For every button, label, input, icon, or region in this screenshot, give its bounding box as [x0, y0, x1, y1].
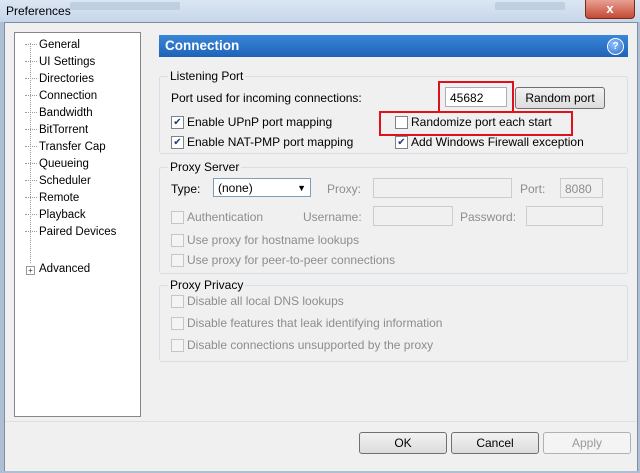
sidebar-item-directories[interactable]: Directories — [25, 71, 94, 87]
help-icon[interactable]: ? — [607, 38, 624, 55]
firewall-checkbox[interactable]: ✔ — [395, 136, 408, 149]
expand-icon[interactable]: + — [26, 266, 35, 275]
sidebar-item-playback[interactable]: Playback — [25, 207, 86, 223]
username-label: Username: — [303, 210, 362, 224]
listening-port-title: Listening Port — [168, 69, 246, 83]
dns-lookups-label: Disable all local DNS lookups — [187, 294, 344, 308]
window-title: Preferences — [6, 4, 71, 18]
randomize-port-label: Randomize port each start — [411, 115, 552, 129]
password-label: Password: — [460, 210, 517, 224]
natpmp-label: Enable NAT-PMP port mapping — [187, 135, 354, 149]
category-tree[interactable]: General UI Settings Directories Connecti… — [14, 32, 141, 417]
sidebar-item-queueing[interactable]: Queueing — [25, 156, 89, 172]
chevron-down-icon: ▼ — [297, 183, 306, 193]
randomize-port-checkbox[interactable] — [395, 116, 408, 129]
p2p-proxy-checkbox — [171, 254, 184, 267]
close-icon: x — [606, 1, 614, 16]
leak-features-label: Disable features that leak identifying i… — [187, 316, 443, 330]
title-bar: Preferences x — [0, 0, 640, 22]
preferences-dialog: General UI Settings Directories Connecti… — [4, 22, 638, 471]
page-title: Connection — [165, 38, 240, 53]
section-header: Connection ? — [159, 35, 628, 57]
p2p-proxy-label: Use proxy for peer-to-peer connections — [187, 253, 396, 267]
sidebar-item-advanced[interactable]: Advanced — [39, 261, 90, 277]
firewall-label: Add Windows Firewall exception — [411, 135, 584, 149]
sidebar-item-bandwidth[interactable]: Bandwidth — [25, 105, 93, 121]
proxy-type-select[interactable]: (none) ▼ — [213, 178, 311, 197]
dialog-footer: OK Cancel Apply — [5, 421, 637, 471]
ok-button[interactable]: OK — [359, 432, 447, 454]
background-window-strip — [70, 2, 180, 10]
proxy-port-input: 8080 — [560, 178, 603, 198]
unsupported-connections-checkbox — [171, 339, 184, 352]
hostname-lookup-checkbox — [171, 234, 184, 247]
upnp-label: Enable UPnP port mapping — [187, 115, 333, 129]
sidebar-item-general[interactable]: General — [25, 37, 80, 53]
sidebar-item-bittorrent[interactable]: BitTorrent — [25, 122, 88, 138]
highlight-port — [438, 81, 514, 113]
proxy-host-label: Proxy: — [327, 182, 362, 196]
upnp-checkbox[interactable]: ✔ — [171, 116, 184, 129]
unsupported-connections-label: Disable connections unsupported by the p… — [187, 338, 434, 352]
natpmp-checkbox[interactable]: ✔ — [171, 136, 184, 149]
username-input — [373, 206, 453, 226]
close-button[interactable]: x — [585, 0, 635, 19]
authentication-checkbox — [171, 211, 184, 224]
sidebar-item-scheduler[interactable]: Scheduler — [25, 173, 91, 189]
hostname-lookup-label: Use proxy for hostname lookups — [187, 233, 360, 247]
dns-lookups-checkbox — [171, 295, 184, 308]
proxy-privacy-title: Proxy Privacy — [168, 278, 246, 292]
sidebar-item-connection[interactable]: Connection — [25, 88, 97, 104]
proxy-server-title: Proxy Server — [168, 160, 242, 174]
background-window-strip — [495, 2, 565, 10]
proxy-type-label: Type: — [171, 182, 201, 196]
proxy-port-label: Port: — [520, 182, 546, 196]
proxy-host-input — [373, 178, 512, 198]
port-label: Port used for incoming connections: — [171, 91, 362, 105]
sidebar-item-paired-devices[interactable]: Paired Devices — [25, 224, 116, 240]
leak-features-checkbox — [171, 317, 184, 330]
sidebar-item-ui-settings[interactable]: UI Settings — [25, 54, 95, 70]
apply-button: Apply — [543, 432, 631, 454]
authentication-label: Authentication — [187, 210, 264, 224]
sidebar-item-transfer-cap[interactable]: Transfer Cap — [25, 139, 106, 155]
password-input — [526, 206, 603, 226]
sidebar-item-remote[interactable]: Remote — [25, 190, 79, 206]
cancel-button[interactable]: Cancel — [451, 432, 539, 454]
random-port-button[interactable]: Random port — [515, 87, 605, 109]
